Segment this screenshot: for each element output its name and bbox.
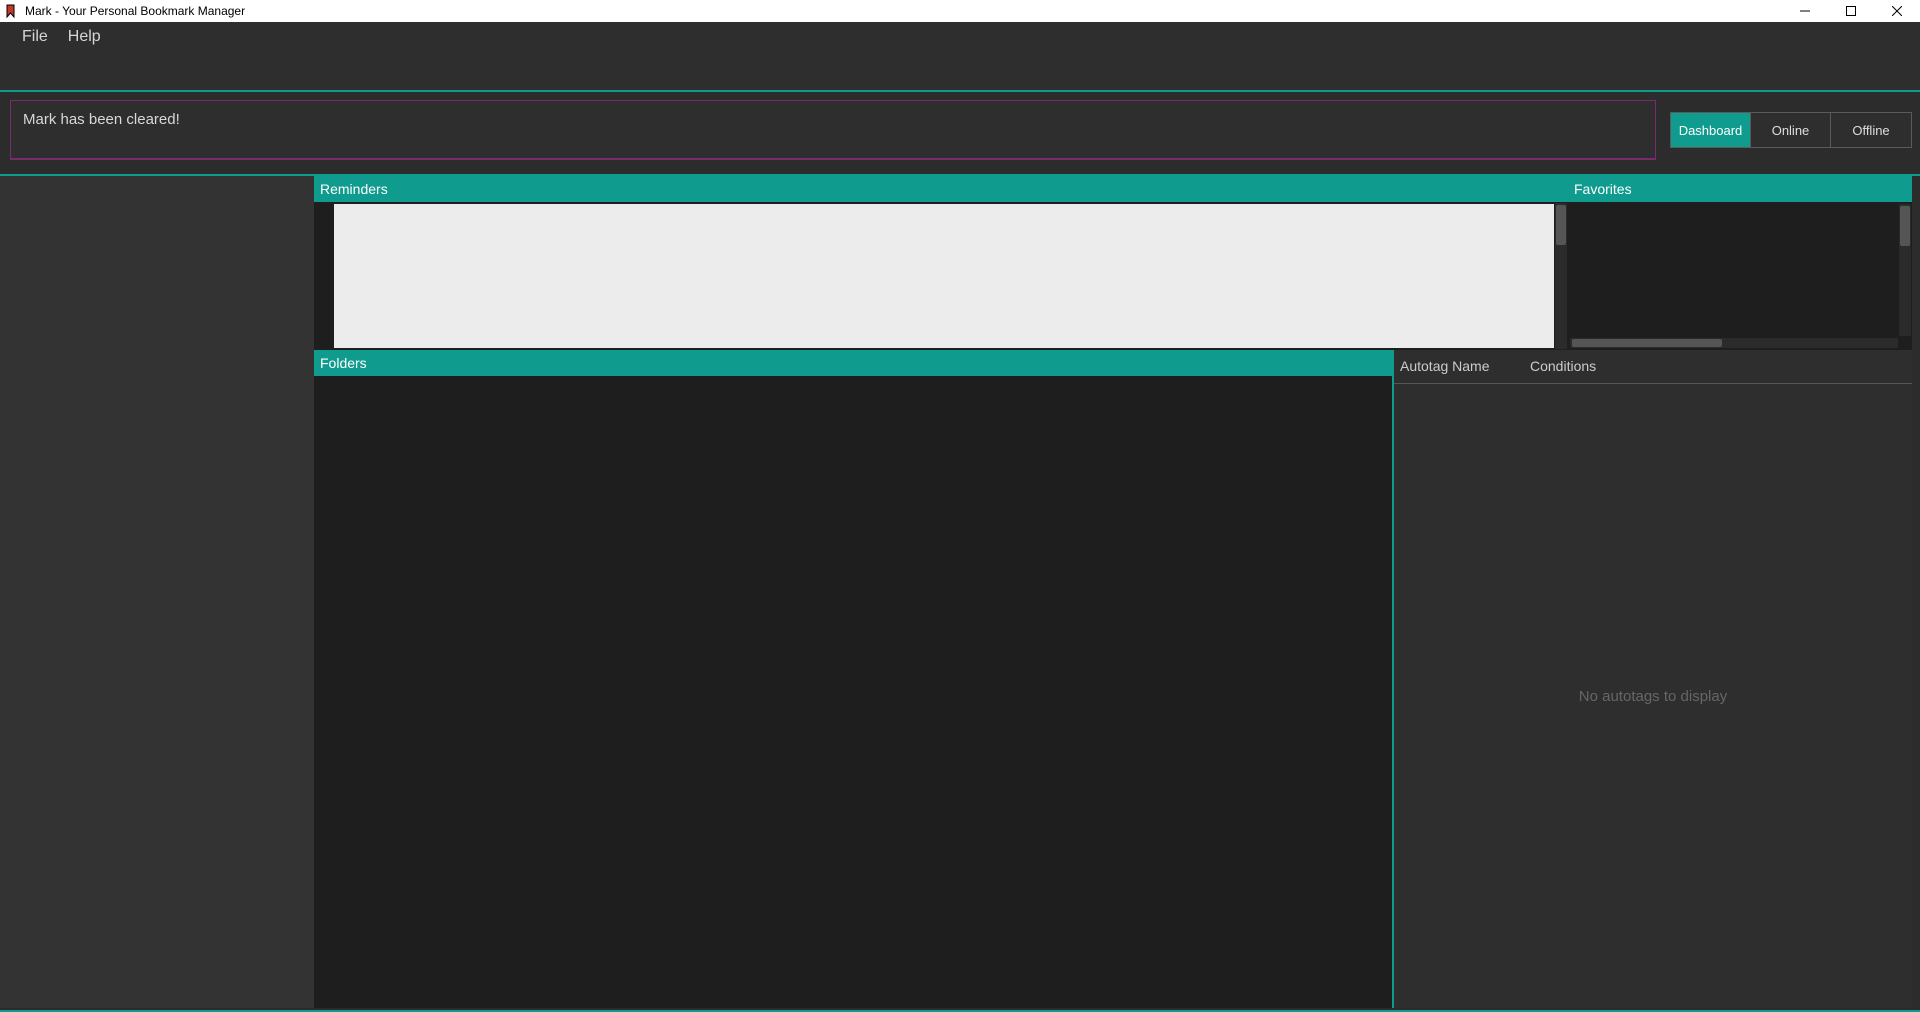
tab-online[interactable]: Online <box>1751 113 1831 147</box>
menu-file[interactable]: File <box>12 24 58 50</box>
minimize-button[interactable] <box>1782 0 1828 22</box>
reminders-scrollbar-v[interactable] <box>1555 203 1567 349</box>
reminders-body <box>314 202 1568 350</box>
notification-banner: Mark has been cleared! <box>10 100 1656 160</box>
autotags-panel: Autotag Name Conditions No autotags to d… <box>1392 350 1912 1008</box>
favorites-scrollbar-h[interactable] <box>1570 338 1898 348</box>
folders-header: Folders <box>314 350 1392 376</box>
reminders-header: Reminders <box>314 176 1568 202</box>
menu-bar: File Help <box>0 22 1920 52</box>
favorites-body <box>1568 202 1912 350</box>
menu-help[interactable]: Help <box>58 24 111 50</box>
view-tab-group: Dashboard Online Offline <box>1670 112 1912 148</box>
left-sidebar <box>0 176 314 1008</box>
window-titlebar: Mark - Your Personal Bookmark Manager <box>0 0 1920 22</box>
notification-text: Mark has been cleared! <box>23 111 180 128</box>
folders-panel: Folders <box>314 350 1392 1008</box>
close-button[interactable] <box>1874 0 1920 22</box>
window-title: Mark - Your Personal Bookmark Manager <box>25 4 245 18</box>
tab-dashboard[interactable]: Dashboard <box>1671 113 1751 147</box>
autotag-col-name[interactable]: Autotag Name <box>1394 350 1524 384</box>
main-area: Reminders Favorites Folders Autotag Name… <box>0 174 1920 1008</box>
favorites-header: Favorites <box>1568 176 1912 202</box>
favorites-scrollbar-v[interactable] <box>1899 204 1911 336</box>
toolbar-strip <box>0 52 1920 92</box>
autotags-empty-message: No autotags to display <box>1394 384 1912 1008</box>
autotags-header-row: Autotag Name Conditions <box>1394 350 1912 384</box>
tab-offline[interactable]: Offline <box>1831 113 1911 147</box>
favorites-panel: Favorites <box>1568 176 1912 350</box>
folders-body[interactable] <box>314 376 1392 1008</box>
autotag-col-conditions[interactable]: Conditions <box>1524 350 1912 384</box>
notification-row: Mark has been cleared! Dashboard Online … <box>0 100 1920 160</box>
app-icon <box>5 4 19 18</box>
maximize-button[interactable] <box>1828 0 1874 22</box>
reminders-panel: Reminders <box>314 176 1568 350</box>
reminders-content[interactable] <box>334 204 1554 348</box>
